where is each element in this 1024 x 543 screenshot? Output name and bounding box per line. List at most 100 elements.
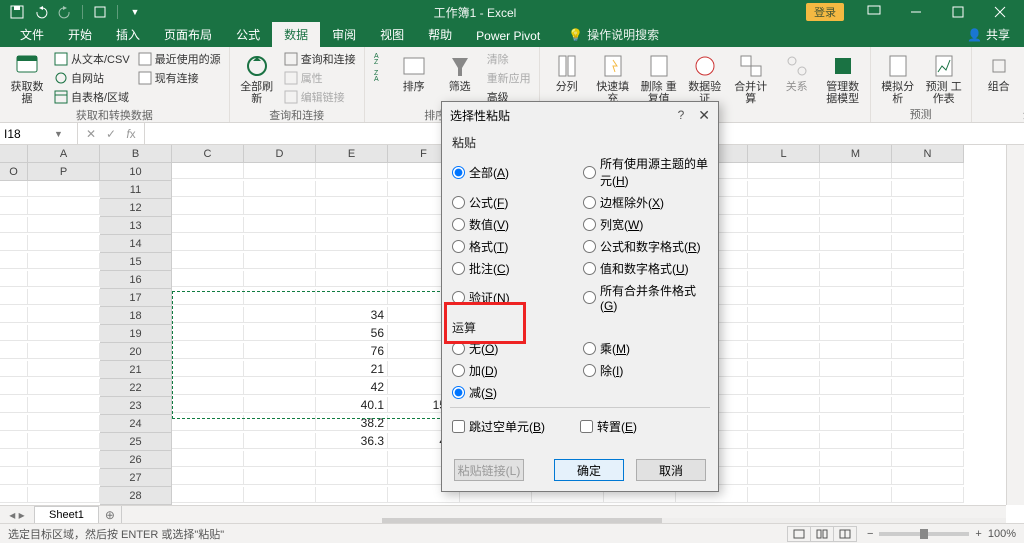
cell[interactable]	[820, 199, 892, 215]
cell[interactable]	[892, 469, 964, 485]
row-header[interactable]: 18	[100, 307, 172, 325]
cell[interactable]: 36.3	[316, 433, 388, 449]
cell[interactable]	[28, 487, 100, 503]
row-header[interactable]: 20	[100, 343, 172, 361]
col-header[interactable]: A	[28, 145, 100, 163]
cell[interactable]	[28, 397, 100, 413]
radio-formulas[interactable]: 公式(F)	[452, 194, 577, 211]
cell[interactable]	[244, 199, 316, 215]
cell[interactable]	[0, 361, 28, 377]
cell[interactable]	[748, 379, 820, 395]
cell[interactable]	[244, 415, 316, 431]
cell[interactable]	[0, 271, 28, 287]
cell[interactable]	[244, 325, 316, 341]
redo-icon[interactable]	[56, 3, 74, 21]
cell[interactable]	[748, 289, 820, 305]
cell[interactable]	[820, 163, 892, 179]
cell[interactable]	[172, 163, 244, 179]
cell[interactable]	[28, 433, 100, 449]
cell[interactable]	[748, 361, 820, 377]
row-header[interactable]: 27	[100, 469, 172, 487]
check-skip-blanks[interactable]: 跳过空单元(B)	[452, 418, 580, 435]
check-transpose[interactable]: 转置(E)	[580, 418, 708, 435]
col-header[interactable]: B	[100, 145, 172, 163]
manage-model-button[interactable]: 管理数 据模型	[822, 50, 864, 105]
cell[interactable]	[28, 361, 100, 377]
row-header[interactable]: 10	[100, 163, 172, 181]
cell[interactable]	[28, 181, 100, 197]
row-header[interactable]: 25	[100, 433, 172, 451]
cell[interactable]	[28, 343, 100, 359]
cell[interactable]	[748, 487, 820, 503]
radio-valid[interactable]: 验证(N)	[452, 282, 577, 313]
from-table-button[interactable]: 自表格/区域	[52, 88, 132, 106]
cell[interactable]	[0, 289, 28, 305]
col-header[interactable]: C	[172, 145, 244, 163]
radio-theme[interactable]: 所有使用源主题的单元(H)	[583, 155, 708, 189]
cell[interactable]: 76	[316, 343, 388, 359]
name-box-input[interactable]	[4, 127, 54, 141]
select-all-corner[interactable]	[0, 145, 28, 163]
cell[interactable]: 40.1	[316, 397, 388, 413]
close-icon[interactable]	[980, 0, 1020, 24]
cell[interactable]	[244, 307, 316, 323]
cell[interactable]	[316, 217, 388, 233]
row-header[interactable]: 22	[100, 379, 172, 397]
cell[interactable]	[0, 181, 28, 197]
cell[interactable]	[244, 397, 316, 413]
cell[interactable]	[748, 271, 820, 287]
text-to-col-button[interactable]: 分列	[546, 50, 588, 93]
cell[interactable]	[892, 397, 964, 413]
cell[interactable]	[748, 325, 820, 341]
cell[interactable]	[28, 451, 100, 467]
cell[interactable]	[748, 235, 820, 251]
cell[interactable]	[244, 217, 316, 233]
cell[interactable]	[28, 199, 100, 215]
cell[interactable]	[748, 217, 820, 233]
row-header[interactable]: 17	[100, 289, 172, 307]
cell[interactable]	[316, 487, 388, 503]
cell[interactable]	[820, 325, 892, 341]
cell[interactable]	[172, 199, 244, 215]
cell[interactable]	[28, 235, 100, 251]
cell[interactable]	[172, 271, 244, 287]
cell[interactable]	[244, 253, 316, 269]
from-web-button[interactable]: 自网站	[52, 69, 132, 87]
cell[interactable]: 42	[316, 379, 388, 395]
row-header[interactable]: 24	[100, 415, 172, 433]
sort-za-button[interactable]: ZA	[371, 67, 389, 83]
cell[interactable]	[748, 415, 820, 431]
tab-layout[interactable]: 页面布局	[152, 22, 224, 47]
flash-fill-button[interactable]: 快速填充	[592, 50, 634, 105]
tab-pivot[interactable]: Power Pivot	[464, 25, 552, 47]
recent-sources-button[interactable]: 最近使用的源	[136, 50, 223, 68]
chevron-down-icon[interactable]: ▼	[54, 129, 63, 139]
cell[interactable]	[172, 451, 244, 467]
cell[interactable]: 21	[316, 361, 388, 377]
cell[interactable]	[748, 343, 820, 359]
cell[interactable]: 34	[316, 307, 388, 323]
undo-icon[interactable]	[32, 3, 50, 21]
filter-button[interactable]: 筛选	[439, 50, 481, 93]
cell[interactable]	[0, 307, 28, 323]
zoom-slider[interactable]	[879, 532, 969, 536]
cell[interactable]	[820, 307, 892, 323]
cell[interactable]	[748, 253, 820, 269]
row-header[interactable]: 12	[100, 199, 172, 217]
radio-op-div[interactable]: 除(I)	[583, 362, 708, 379]
cell[interactable]	[172, 415, 244, 431]
enter-icon[interactable]: ✓	[102, 127, 120, 141]
cell[interactable]	[28, 325, 100, 341]
cell[interactable]	[0, 469, 28, 485]
cell[interactable]	[316, 199, 388, 215]
new-sheet-button[interactable]: ⊕	[99, 508, 121, 522]
page-layout-button[interactable]	[810, 526, 834, 542]
col-header[interactable]: P	[28, 163, 100, 181]
tab-file[interactable]: 文件	[8, 22, 56, 47]
cell[interactable]	[820, 433, 892, 449]
cell[interactable]	[820, 451, 892, 467]
tab-insert[interactable]: 插入	[104, 22, 152, 47]
tab-formula[interactable]: 公式	[224, 22, 272, 47]
cell[interactable]	[244, 343, 316, 359]
minimize-icon[interactable]	[896, 0, 936, 24]
